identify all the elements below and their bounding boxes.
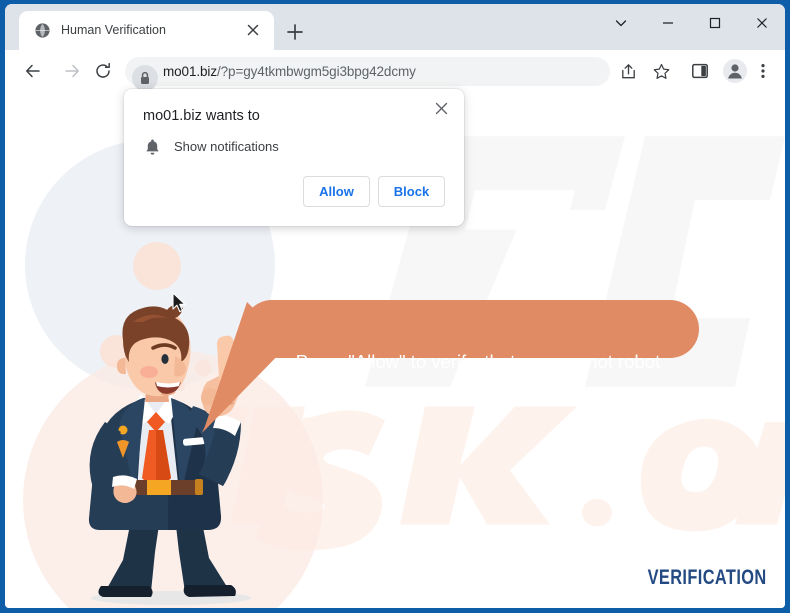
tab-search-button[interactable] bbox=[597, 4, 644, 42]
back-button[interactable] bbox=[18, 56, 48, 86]
allow-button[interactable]: Allow bbox=[303, 176, 370, 207]
browser-tab[interactable]: Human Verification bbox=[19, 11, 274, 50]
url-host: mo01.biz bbox=[163, 64, 217, 79]
bell-icon bbox=[144, 138, 161, 156]
notification-permission-dialog: mo01.biz wants to Show notifications All… bbox=[124, 89, 464, 226]
window-controls bbox=[597, 4, 785, 42]
new-tab-button[interactable] bbox=[282, 19, 308, 45]
forward-button[interactable] bbox=[57, 56, 87, 86]
chrome-browser-shell: Human Verification mo01.biz/?p=gy4tkmbwg… bbox=[5, 4, 785, 608]
close-window-button[interactable] bbox=[738, 4, 785, 42]
browser-toolbar: mo01.biz/?p=gy4tkmbwgm5gi3bpg42dcmy bbox=[5, 50, 785, 92]
lock-icon[interactable] bbox=[132, 64, 158, 91]
side-panel-icon[interactable] bbox=[687, 58, 713, 84]
permission-label: Show notifications bbox=[174, 139, 279, 154]
block-button[interactable]: Block bbox=[378, 176, 445, 207]
close-icon[interactable] bbox=[430, 97, 452, 119]
speech-bubble-text: Press "Allow" to verify, that you are no… bbox=[295, 351, 661, 372]
dialog-title: mo01.biz wants to bbox=[143, 108, 260, 124]
url-path: /?p=gy4tkmbwgm5gi3bpg42dcmy bbox=[216, 64, 416, 79]
tab-title: Human Verification bbox=[61, 23, 166, 37]
globe-icon bbox=[34, 22, 51, 39]
browser-window: Human Verification mo01.biz/?p=gy4tkmbwg… bbox=[0, 0, 790, 613]
share-icon[interactable] bbox=[615, 58, 641, 84]
minimize-button[interactable] bbox=[644, 4, 691, 42]
three-dot-menu-icon[interactable] bbox=[750, 58, 776, 84]
decor-dot bbox=[133, 242, 181, 290]
star-icon[interactable] bbox=[648, 58, 674, 84]
verification-logo: VERIFICATION bbox=[647, 566, 767, 589]
speech-bubble: Press "Allow" to verify, that you are no… bbox=[185, 232, 715, 442]
maximize-button[interactable] bbox=[691, 4, 738, 42]
tab-strip: Human Verification bbox=[5, 4, 785, 50]
reload-button[interactable] bbox=[88, 56, 118, 86]
profile-avatar[interactable] bbox=[723, 59, 747, 83]
url-text: mo01.biz/?p=gy4tkmbwgm5gi3bpg42dcmy bbox=[163, 64, 416, 79]
address-bar[interactable]: mo01.biz/?p=gy4tkmbwgm5gi3bpg42dcmy bbox=[125, 57, 610, 91]
mouse-cursor bbox=[172, 292, 186, 313]
close-tab-icon[interactable] bbox=[244, 21, 262, 39]
